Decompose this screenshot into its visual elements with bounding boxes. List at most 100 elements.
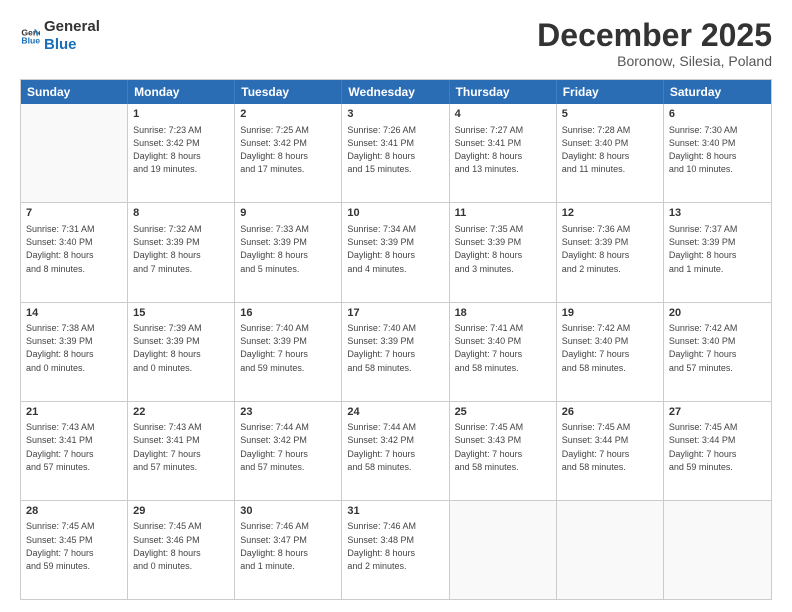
- day-info: Sunrise: 7:36 AM Sunset: 3:39 PM Dayligh…: [562, 224, 631, 274]
- svg-text:Blue: Blue: [21, 35, 40, 45]
- day-info: Sunrise: 7:45 AM Sunset: 3:45 PM Dayligh…: [26, 521, 95, 571]
- day-info: Sunrise: 7:46 AM Sunset: 3:47 PM Dayligh…: [240, 521, 309, 571]
- day-number: 16: [240, 306, 336, 321]
- page: General Blue General Blue December 2025 …: [0, 0, 792, 612]
- calendar-day-8: 8Sunrise: 7:32 AM Sunset: 3:39 PM Daylig…: [128, 203, 235, 301]
- day-number: 13: [669, 206, 766, 221]
- day-info: Sunrise: 7:28 AM Sunset: 3:40 PM Dayligh…: [562, 125, 631, 175]
- day-number: 4: [455, 107, 551, 122]
- calendar-day-12: 12 Sunrise: 7:36 AM Sunset: 3:39 PM Dayli…: [557, 203, 664, 301]
- day-number: 21: [26, 405, 122, 420]
- weekday-header-saturday: Saturday: [664, 80, 771, 104]
- calendar-day-21: 21 Sunrise: 7:43 AM Sunset: 3:41 PM Dayli…: [21, 402, 128, 500]
- calendar-day-5: 5Sunrise: 7:28 AM Sunset: 3:40 PM Daylig…: [557, 104, 664, 202]
- calendar-day-29: 29Sunrise: 7:45 AM Sunset: 3:46 PM Dayli…: [128, 501, 235, 599]
- day-info: Sunrise: 7:42 AM Sunset: 3:40 PM Dayligh…: [562, 323, 631, 373]
- day-number: 25: [455, 405, 551, 420]
- calendar-day-23: 23Sunrise: 7:44 AM Sunset: 3:42 PM Dayli…: [235, 402, 342, 500]
- calendar-day-19: 19Sunrise: 7:42 AM Sunset: 3:40 PM Dayli…: [557, 303, 664, 401]
- day-info: Sunrise: 7:33 AM Sunset: 3:39 PM Dayligh…: [240, 224, 309, 274]
- day-info: Sunrise: 7:44 AM Sunset: 3:42 PM Dayligh…: [347, 422, 416, 472]
- day-number: 1: [133, 107, 229, 122]
- day-info: Sunrise: 7:27 AM Sunset: 3:41 PM Dayligh…: [455, 125, 524, 175]
- calendar-day-16: 16 Sunrise: 7:40 AM Sunset: 3:39 PM Dayli…: [235, 303, 342, 401]
- day-info: Sunrise: 7:40 AM Sunset: 3:39 PM Dayligh…: [347, 323, 416, 373]
- logo: General Blue General Blue: [20, 18, 100, 54]
- calendar-day-2: 2 Sunrise: 7:25 AM Sunset: 3:42 PM Daylig…: [235, 104, 342, 202]
- day-number: 11: [455, 206, 551, 221]
- day-number: 27: [669, 405, 766, 420]
- calendar-week-2: 7 Sunrise: 7:31 AM Sunset: 3:40 PM Daylig…: [21, 202, 771, 301]
- calendar-day-17: 17Sunrise: 7:40 AM Sunset: 3:39 PM Dayli…: [342, 303, 449, 401]
- day-info: Sunrise: 7:31 AM Sunset: 3:40 PM Dayligh…: [26, 224, 95, 274]
- logo-line2: Blue: [44, 36, 100, 54]
- header: General Blue General Blue December 2025 …: [20, 18, 772, 69]
- day-number: 26: [562, 405, 658, 420]
- day-info: Sunrise: 7:41 AM Sunset: 3:40 PM Dayligh…: [455, 323, 524, 373]
- calendar-day-31: 31 Sunrise: 7:46 AM Sunset: 3:48 PM Dayli…: [342, 501, 449, 599]
- calendar-day-18: 18 Sunrise: 7:41 AM Sunset: 3:40 PM Dayli…: [450, 303, 557, 401]
- day-info: Sunrise: 7:45 AM Sunset: 3:43 PM Dayligh…: [455, 422, 524, 472]
- calendar-day-11: 11 Sunrise: 7:35 AM Sunset: 3:39 PM Dayli…: [450, 203, 557, 301]
- day-number: 2: [240, 107, 336, 122]
- day-info: Sunrise: 7:45 AM Sunset: 3:46 PM Dayligh…: [133, 521, 202, 571]
- day-info: Sunrise: 7:43 AM Sunset: 3:41 PM Dayligh…: [133, 422, 202, 472]
- weekday-header-sunday: Sunday: [21, 80, 128, 104]
- day-number: 18: [455, 306, 551, 321]
- day-info: Sunrise: 7:42 AM Sunset: 3:40 PM Dayligh…: [669, 323, 738, 373]
- day-number: 3: [347, 107, 443, 122]
- calendar-header: SundayMondayTuesdayWednesdayThursdayFrid…: [21, 80, 771, 104]
- day-info: Sunrise: 7:38 AM Sunset: 3:39 PM Dayligh…: [26, 323, 95, 373]
- calendar-day-9: 9Sunrise: 7:33 AM Sunset: 3:39 PM Daylig…: [235, 203, 342, 301]
- day-info: Sunrise: 7:43 AM Sunset: 3:41 PM Dayligh…: [26, 422, 95, 472]
- day-number: 31: [347, 504, 443, 519]
- day-info: Sunrise: 7:40 AM Sunset: 3:39 PM Dayligh…: [240, 323, 309, 373]
- day-info: Sunrise: 7:45 AM Sunset: 3:44 PM Dayligh…: [669, 422, 738, 472]
- calendar-day-13: 13 Sunrise: 7:37 AM Sunset: 3:39 PM Dayli…: [664, 203, 771, 301]
- day-info: Sunrise: 7:23 AM Sunset: 3:42 PM Dayligh…: [133, 125, 202, 175]
- day-info: Sunrise: 7:34 AM Sunset: 3:39 PM Dayligh…: [347, 224, 416, 274]
- logo-line1: General: [44, 18, 100, 36]
- calendar-day-15: 15Sunrise: 7:39 AM Sunset: 3:39 PM Dayli…: [128, 303, 235, 401]
- calendar-day-28: 28 Sunrise: 7:45 AM Sunset: 3:45 PM Dayli…: [21, 501, 128, 599]
- weekday-header-tuesday: Tuesday: [235, 80, 342, 104]
- calendar-day-27: 27 Sunrise: 7:45 AM Sunset: 3:44 PM Dayli…: [664, 402, 771, 500]
- day-info: Sunrise: 7:39 AM Sunset: 3:39 PM Dayligh…: [133, 323, 202, 373]
- calendar-week-3: 14 Sunrise: 7:38 AM Sunset: 3:39 PM Dayli…: [21, 302, 771, 401]
- calendar-empty-cell: [21, 104, 128, 202]
- day-info: Sunrise: 7:30 AM Sunset: 3:40 PM Dayligh…: [669, 125, 738, 175]
- calendar: SundayMondayTuesdayWednesdayThursdayFrid…: [20, 79, 772, 600]
- calendar-day-22: 22 Sunrise: 7:43 AM Sunset: 3:41 PM Dayli…: [128, 402, 235, 500]
- location: Boronow, Silesia, Poland: [537, 53, 772, 69]
- day-info: Sunrise: 7:44 AM Sunset: 3:42 PM Dayligh…: [240, 422, 309, 472]
- day-number: 12: [562, 206, 658, 221]
- calendar-day-24: 24 Sunrise: 7:44 AM Sunset: 3:42 PM Dayli…: [342, 402, 449, 500]
- day-number: 24: [347, 405, 443, 420]
- day-info: Sunrise: 7:45 AM Sunset: 3:44 PM Dayligh…: [562, 422, 631, 472]
- calendar-day-1: 1 Sunrise: 7:23 AM Sunset: 3:42 PM Daylig…: [128, 104, 235, 202]
- calendar-day-20: 20Sunrise: 7:42 AM Sunset: 3:40 PM Dayli…: [664, 303, 771, 401]
- calendar-body: 1 Sunrise: 7:23 AM Sunset: 3:42 PM Daylig…: [21, 104, 771, 599]
- day-info: Sunrise: 7:46 AM Sunset: 3:48 PM Dayligh…: [347, 521, 416, 571]
- calendar-day-3: 3Sunrise: 7:26 AM Sunset: 3:41 PM Daylig…: [342, 104, 449, 202]
- calendar-empty-cell: [557, 501, 664, 599]
- weekday-header-monday: Monday: [128, 80, 235, 104]
- calendar-day-25: 25 Sunrise: 7:45 AM Sunset: 3:43 PM Dayli…: [450, 402, 557, 500]
- day-number: 28: [26, 504, 122, 519]
- calendar-week-5: 28 Sunrise: 7:45 AM Sunset: 3:45 PM Dayli…: [21, 500, 771, 599]
- day-info: Sunrise: 7:25 AM Sunset: 3:42 PM Dayligh…: [240, 125, 309, 175]
- day-number: 7: [26, 206, 122, 221]
- day-info: Sunrise: 7:37 AM Sunset: 3:39 PM Dayligh…: [669, 224, 738, 274]
- month-title: December 2025: [537, 18, 772, 53]
- weekday-header-wednesday: Wednesday: [342, 80, 449, 104]
- day-number: 30: [240, 504, 336, 519]
- calendar-empty-cell: [450, 501, 557, 599]
- day-number: 22: [133, 405, 229, 420]
- calendar-day-14: 14 Sunrise: 7:38 AM Sunset: 3:39 PM Dayli…: [21, 303, 128, 401]
- calendar-day-4: 4 Sunrise: 7:27 AM Sunset: 3:41 PM Daylig…: [450, 104, 557, 202]
- day-number: 14: [26, 306, 122, 321]
- day-info: Sunrise: 7:35 AM Sunset: 3:39 PM Dayligh…: [455, 224, 524, 274]
- weekday-header-thursday: Thursday: [450, 80, 557, 104]
- day-number: 8: [133, 206, 229, 221]
- weekday-header-friday: Friday: [557, 80, 664, 104]
